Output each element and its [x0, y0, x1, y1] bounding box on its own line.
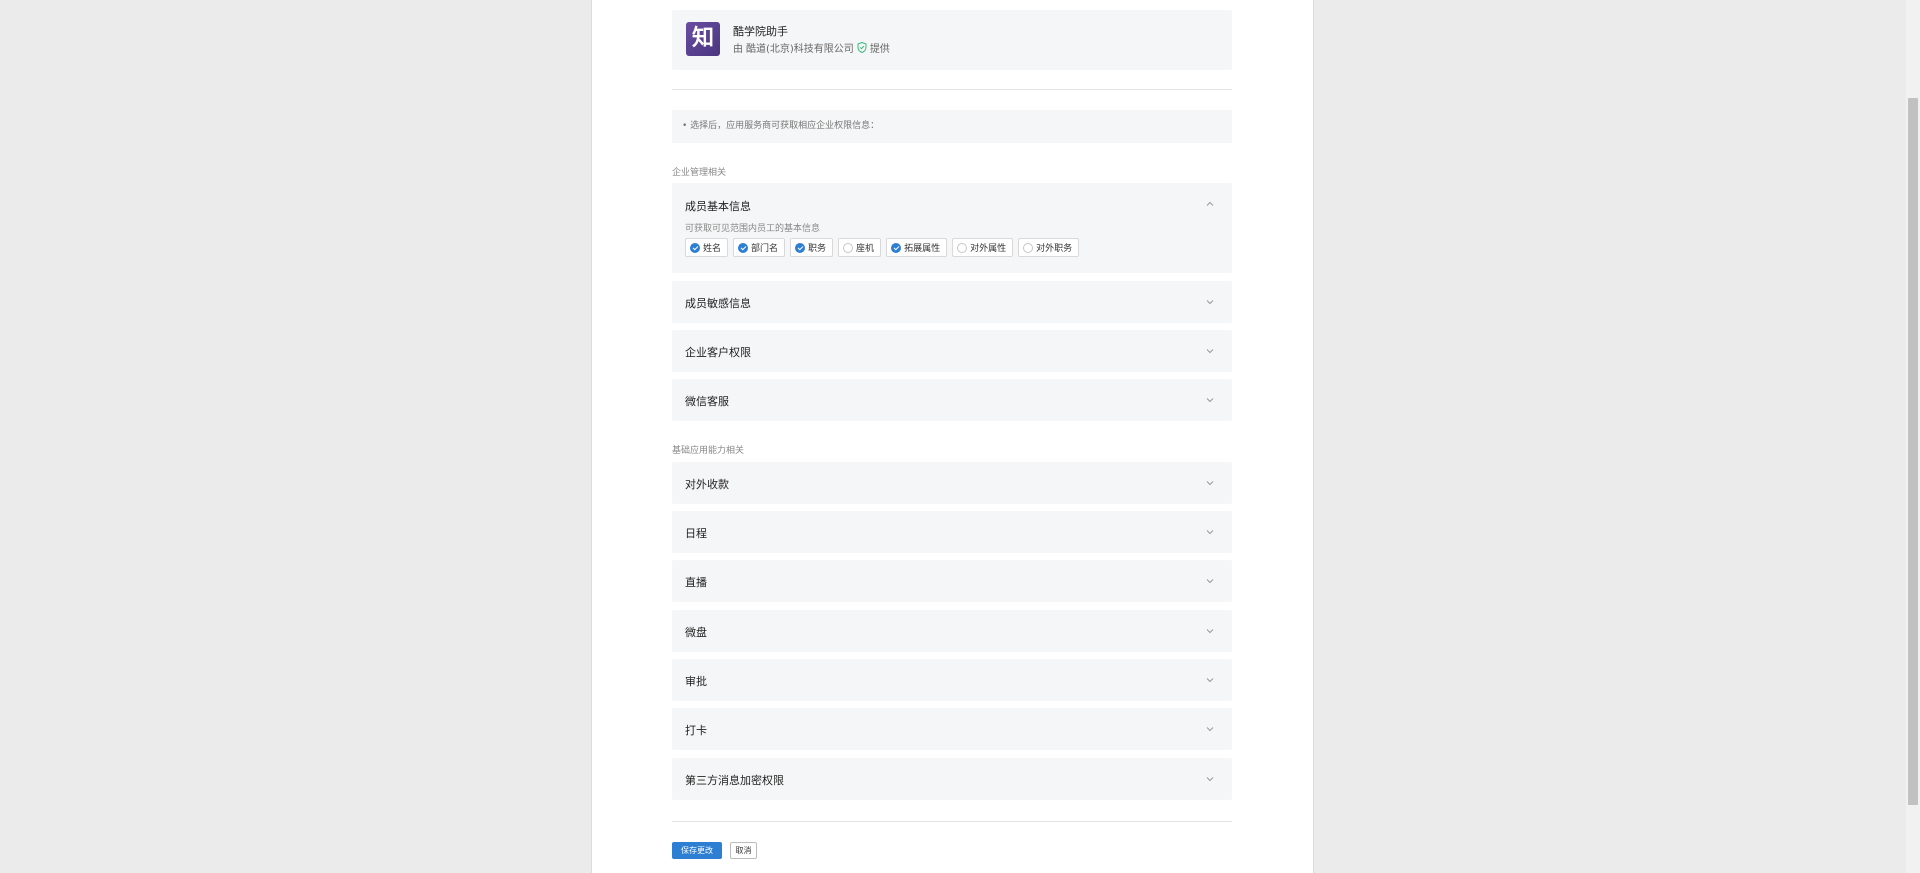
app-provider: 由 酷道(北京)科技有限公司 提供: [733, 40, 890, 55]
option-name[interactable]: 姓名: [685, 238, 729, 257]
accordion-schedule[interactable]: 日程: [672, 511, 1232, 553]
scrollbar-thumb[interactable]: [1908, 98, 1918, 805]
option-department[interactable]: 部门名: [733, 238, 786, 257]
accordion-title: 第三方消息加密权限: [685, 774, 784, 787]
accordion-title: 微信客服: [685, 395, 729, 408]
checkbox-checked[interactable]: [891, 242, 902, 253]
accordion-member-sensitive-info[interactable]: 成员敏感信息: [672, 281, 1232, 323]
chevron-down-icon[interactable]: [1206, 577, 1214, 585]
provider-suffix: 提供: [869, 44, 890, 55]
scrollbar-track[interactable]: [1906, 0, 1920, 873]
accordion-weidisk[interactable]: 微盘: [672, 610, 1232, 652]
accordion-enterprise-customer[interactable]: 企业客户权限: [672, 330, 1232, 372]
permission-notice: • 选择后，应用服务商可获取相应企业权限信息：: [672, 110, 1232, 143]
option-extended-attributes[interactable]: 拓展属性: [886, 238, 948, 257]
save-button[interactable]: 保存更改: [672, 842, 722, 859]
accordion-title: 日程: [685, 527, 707, 540]
chevron-down-icon[interactable]: [1206, 676, 1214, 684]
accordion-title: 直播: [685, 576, 707, 589]
accordion-description: 可获取可见范围内员工的基本信息: [685, 224, 821, 234]
chevron-down-icon[interactable]: [1206, 298, 1214, 306]
accordion-third-party-encryption[interactable]: 第三方消息加密权限: [672, 758, 1232, 800]
option-label: 姓名: [703, 244, 722, 254]
divider-bottom: [672, 821, 1232, 822]
checkbox-checked[interactable]: [795, 242, 806, 253]
checkbox-checked[interactable]: [738, 242, 749, 253]
option-external-position[interactable]: 对外职务: [1018, 238, 1080, 257]
checkbox-unchecked[interactable]: [957, 242, 968, 253]
chevron-down-icon[interactable]: [1206, 725, 1214, 733]
cancel-button[interactable]: 取消: [730, 842, 757, 859]
verified-shield-icon: [857, 42, 867, 53]
option-label: 拓展属性: [904, 244, 941, 254]
option-landline[interactable]: 座机: [838, 238, 882, 257]
accordion-title: 成员敏感信息: [685, 297, 751, 310]
provider-company: 酷道(北京)科技有限公司: [746, 44, 854, 55]
chevron-down-icon[interactable]: [1206, 347, 1214, 355]
divider-top: [672, 89, 1232, 90]
option-external-attributes[interactable]: 对外属性: [952, 238, 1014, 257]
chevron-down-icon[interactable]: [1206, 528, 1214, 536]
accordion-title: 成员基本信息: [685, 200, 751, 213]
provider-prefix: 由: [733, 44, 743, 55]
chevron-down-icon[interactable]: [1206, 627, 1214, 635]
section-label-enterprise: 企业管理相关: [672, 168, 727, 178]
chevron-down-icon[interactable]: [1206, 396, 1214, 404]
app-info-card: 知 酷学院助手 由 酷道(北京)科技有限公司 提供: [672, 10, 1232, 70]
option-position[interactable]: 职务: [790, 238, 834, 257]
chevron-down-icon[interactable]: [1206, 479, 1214, 487]
accordion-member-basic-info[interactable]: 成员基本信息 可获取可见范围内员工的基本信息 姓名 部门名 职务 座机 拓展属性…: [672, 183, 1232, 273]
accordion-title: 审批: [685, 675, 707, 688]
accordion-wechat-service[interactable]: 微信客服: [672, 379, 1232, 421]
option-label: 对外属性: [970, 244, 1007, 254]
settings-panel: 知 酷学院助手 由 酷道(北京)科技有限公司 提供 • 选择后，应用服务商可获取…: [591, 0, 1314, 873]
accordion-approval[interactable]: 审批: [672, 659, 1232, 701]
accordion-title: 微盘: [685, 626, 707, 639]
app-name: 酷学院助手: [733, 25, 788, 38]
field-option-list: 姓名 部门名 职务 座机 拓展属性 对外属性 对外职务: [685, 238, 1080, 257]
checkbox-unchecked[interactable]: [843, 242, 854, 253]
app-logo: 知: [686, 22, 720, 56]
chevron-up-icon[interactable]: [1206, 200, 1214, 208]
section-label-basic-apps: 基础应用能力相关: [672, 446, 745, 456]
option-label: 职务: [808, 244, 827, 254]
checkbox-checked[interactable]: [690, 242, 700, 253]
accordion-title: 打卡: [685, 724, 707, 737]
option-label: 座机: [856, 244, 875, 254]
accordion-check-in[interactable]: 打卡: [672, 708, 1232, 750]
accordion-title: 对外收款: [685, 478, 729, 491]
accordion-live[interactable]: 直播: [672, 560, 1232, 602]
accordion-external-payment[interactable]: 对外收款: [672, 462, 1232, 504]
chevron-down-icon[interactable]: [1206, 775, 1214, 783]
accordion-title: 企业客户权限: [685, 346, 751, 359]
option-label: 部门名: [751, 244, 779, 254]
option-label: 对外职务: [1036, 244, 1073, 254]
checkbox-unchecked[interactable]: [1023, 242, 1034, 253]
